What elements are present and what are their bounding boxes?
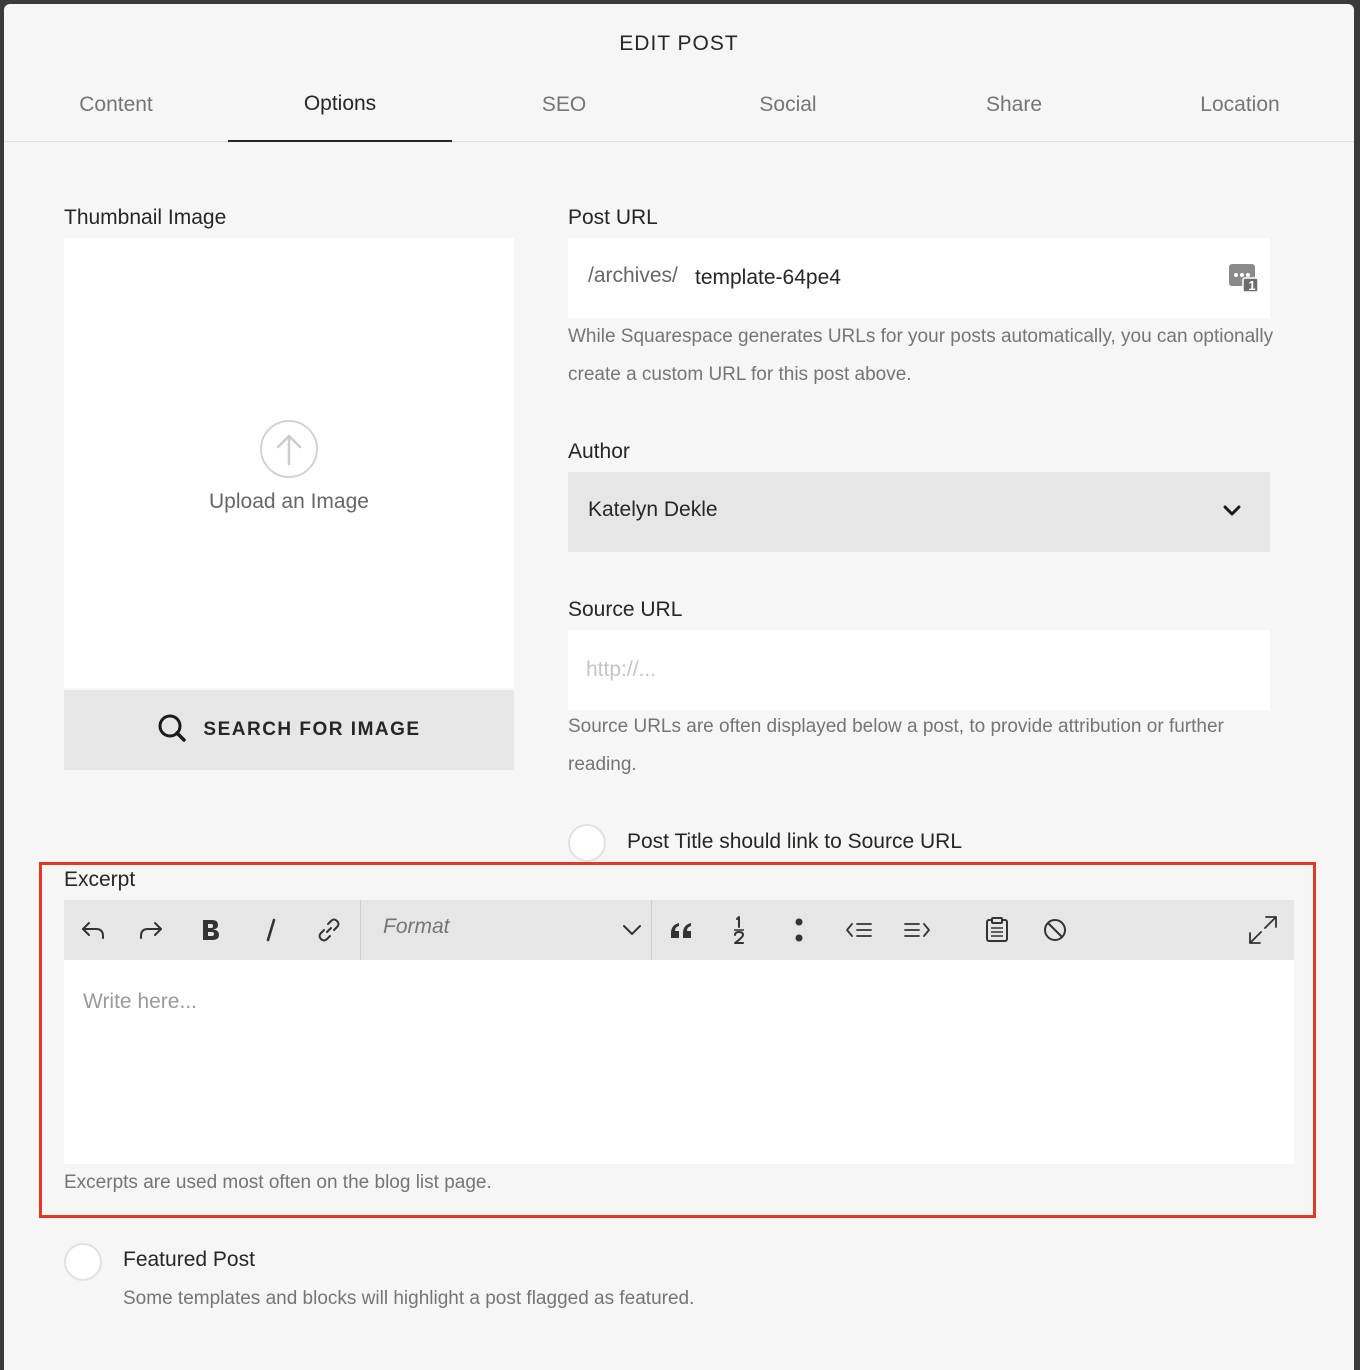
tab-options[interactable]: Options xyxy=(228,68,452,142)
redo-icon[interactable] xyxy=(122,900,180,960)
indent-icon[interactable] xyxy=(888,900,946,960)
tab-content[interactable]: Content xyxy=(4,68,228,142)
search-icon xyxy=(157,713,187,748)
excerpt-editor[interactable]: Write here... xyxy=(64,960,1294,1164)
author-selected-value: Katelyn Dekle xyxy=(588,498,718,521)
tab-social[interactable]: Social xyxy=(676,68,900,142)
featured-post-label: Featured Post xyxy=(123,1248,255,1271)
post-url-label: Post URL xyxy=(568,206,658,229)
bold-icon[interactable] xyxy=(182,900,240,960)
excerpt-help: Excerpts are used most often on the blog… xyxy=(64,1172,492,1193)
upload-image-area[interactable]: Upload an Image xyxy=(64,238,514,688)
clear-formatting-icon[interactable] xyxy=(1026,900,1084,960)
tab-seo[interactable]: SEO xyxy=(452,68,676,142)
paste-icon[interactable] xyxy=(968,900,1026,960)
format-dropdown-label: Format xyxy=(383,915,450,938)
italic-icon[interactable] xyxy=(242,900,300,960)
link-to-source-toggle[interactable] xyxy=(568,824,606,862)
bullet-list-icon[interactable] xyxy=(770,900,828,960)
password-manager-count: 1 xyxy=(1248,278,1256,293)
upload-arrow-icon xyxy=(260,420,318,478)
dialog-title: EDIT POST xyxy=(619,32,739,55)
chevron-down-icon xyxy=(1222,500,1242,525)
blockquote-icon[interactable] xyxy=(652,900,710,960)
chevron-down-icon xyxy=(621,922,643,938)
edit-post-dialog: EDIT POST Content Options SEO Social Sha… xyxy=(4,4,1354,1370)
format-dropdown[interactable]: Format xyxy=(361,900,651,960)
editor-toolbar: Format xyxy=(64,900,1294,960)
expand-icon[interactable] xyxy=(1234,900,1292,960)
link-icon[interactable] xyxy=(300,900,358,960)
author-label: Author xyxy=(568,440,630,463)
undo-icon[interactable] xyxy=(64,900,122,960)
featured-post-help: Some templates and blocks will highlight… xyxy=(123,1288,695,1309)
featured-post-toggle[interactable] xyxy=(64,1243,102,1281)
source-url-label: Source URL xyxy=(568,598,683,621)
post-url-field: /archives/ 1 xyxy=(568,238,1270,318)
source-url-help: Source URLs are often displayed below a … xyxy=(568,716,1224,775)
post-url-help: While Squarespace generates URLs for you… xyxy=(568,326,1274,385)
outdent-icon[interactable] xyxy=(830,900,888,960)
source-url-field xyxy=(568,630,1270,710)
post-url-prefix: /archives/ xyxy=(588,264,678,287)
ordered-list-icon[interactable] xyxy=(710,900,768,960)
tab-location[interactable]: Location xyxy=(1128,68,1352,142)
author-select[interactable]: Katelyn Dekle xyxy=(568,472,1270,552)
tab-bar: Content Options SEO Social Share Locatio… xyxy=(4,68,1354,142)
excerpt-placeholder: Write here... xyxy=(83,990,197,1013)
search-for-image-button[interactable]: SEARCH FOR IMAGE xyxy=(64,690,514,770)
upload-image-text: Upload an Image xyxy=(209,490,369,513)
link-to-source-label: Post Title should link to Source URL xyxy=(627,830,962,853)
source-url-input[interactable] xyxy=(586,650,1246,690)
thumbnail-label: Thumbnail Image xyxy=(64,206,227,229)
tab-share[interactable]: Share xyxy=(902,68,1126,142)
post-url-input[interactable] xyxy=(695,258,1205,298)
search-for-image-label: SEARCH FOR IMAGE xyxy=(203,719,421,740)
excerpt-label: Excerpt xyxy=(64,868,136,891)
